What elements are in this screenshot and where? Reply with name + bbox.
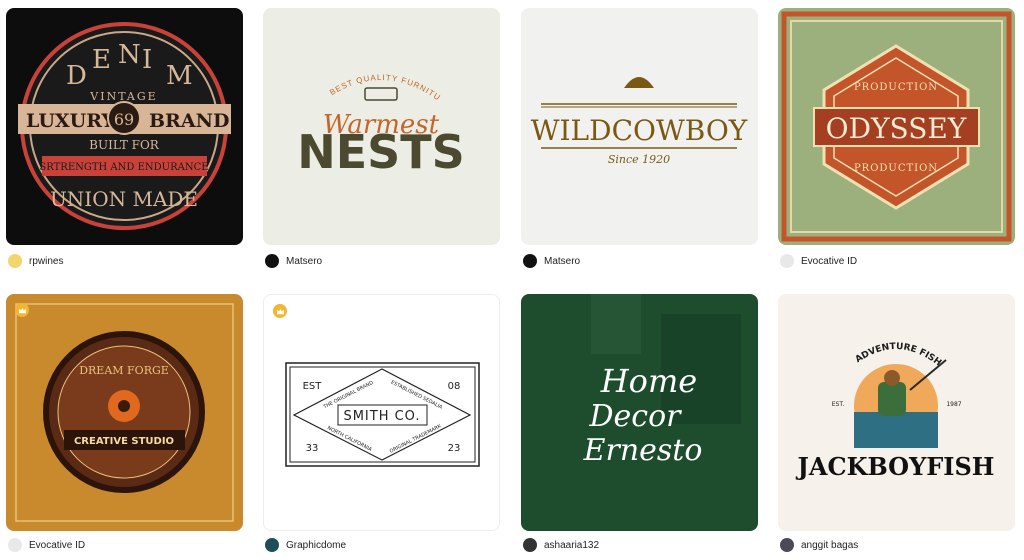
- gallery-card[interactable]: Home Decor Ernesto ashaaria132: [521, 294, 758, 556]
- logo-letter: I: [142, 45, 152, 75]
- logo-text: Since 1920: [608, 153, 670, 166]
- logo-text: PRODUCTION: [854, 82, 938, 93]
- author-row[interactable]: Graphicdome: [265, 535, 346, 555]
- author-name[interactable]: anggit bagas: [801, 540, 858, 551]
- author-row[interactable]: rpwines: [8, 251, 63, 271]
- wildcowboy-logo-artwork: WILDCOWBOY Since 1920: [531, 77, 748, 166]
- logo-letter: M: [166, 61, 193, 91]
- logo-text: 69: [114, 110, 134, 129]
- design-thumbnail[interactable]: BEST QUALITY FURNITURE Warmest NESTS: [263, 8, 500, 245]
- crown-icon: [276, 308, 284, 314]
- design-thumbnail[interactable]: ADVENTURE FISHING EST. 1987 JACKBOYFISH: [778, 294, 1015, 531]
- author-row[interactable]: Matsero: [265, 251, 322, 271]
- nests-logo-artwork: BEST QUALITY FURNITURE Warmest NESTS: [263, 8, 465, 179]
- author-row[interactable]: Evocative ID: [8, 535, 85, 555]
- premium-badge: [15, 303, 29, 317]
- logo-text: BRAND: [149, 110, 229, 132]
- smithco-logo-artwork: EST 08 THE ORIGINAL BRAND ESTABLISHED SE…: [285, 362, 480, 467]
- gallery-card[interactable]: DREAM FORGE CREATIVE STUDIO Evocative ID: [6, 294, 243, 556]
- logo-letter: N: [118, 40, 141, 70]
- svg-text:ADVENTURE FISHING: ADVENTURE FISHING: [778, 294, 943, 368]
- design-thumbnail[interactable]: PRODUCTION ODYSSEY PRODUCTION: [778, 8, 1015, 245]
- premium-badge: [273, 304, 287, 318]
- avatar[interactable]: [265, 538, 279, 552]
- design-thumbnail[interactable]: WILDCOWBOY Since 1920: [521, 8, 758, 245]
- logo-text: Decor: [588, 399, 682, 434]
- design-thumbnail[interactable]: EST 08 THE ORIGINAL BRAND ESTABLISHED SE…: [263, 294, 500, 531]
- author-name[interactable]: Evocative ID: [801, 256, 857, 267]
- logo-letter: E: [92, 45, 111, 75]
- logo-text: DREAM FORGE: [79, 364, 169, 377]
- author-name[interactable]: rpwines: [29, 256, 63, 267]
- denim-logo-artwork: D E N I M VINTAGE LUXURY 69 BRAND BUILT …: [18, 22, 231, 230]
- gallery-card[interactable]: EST 08 THE ORIGINAL BRAND ESTABLISHED SE…: [263, 294, 500, 556]
- svg-text:BEST QUALITY FURNITURE: BEST QUALITY FURNITURE: [263, 8, 442, 103]
- logo-text: EST.: [832, 401, 845, 408]
- logo-text: BUILT FOR: [89, 138, 160, 152]
- author-row[interactable]: Evocative ID: [780, 251, 857, 271]
- gallery-card[interactable]: PRODUCTION ODYSSEY PRODUCTION Evocative …: [778, 8, 1015, 273]
- logo-text: EST: [303, 381, 323, 392]
- logo-text: PRODUCTION: [854, 163, 938, 174]
- logo-text: SRTRENGTH AND ENDURANCE: [39, 162, 208, 173]
- avatar[interactable]: [265, 254, 279, 268]
- author-row[interactable]: ashaaria132: [523, 535, 599, 555]
- logo-text: CREATIVE STUDIO: [74, 436, 174, 447]
- author-row[interactable]: Matsero: [523, 251, 580, 271]
- logo-text: UNION MADE: [50, 187, 198, 211]
- logo-text: 1987: [946, 401, 961, 408]
- avatar[interactable]: [523, 538, 537, 552]
- logo-text: WILDCOWBOY: [531, 114, 748, 147]
- odyssey-logo-artwork: PRODUCTION ODYSSEY PRODUCTION: [781, 11, 1012, 242]
- logo-text: ORIGINAL TRADEMARK: [389, 423, 443, 455]
- author-row[interactable]: anggit bagas: [780, 535, 858, 555]
- logo-text: JACKBOYFISH: [796, 452, 995, 481]
- logo-text: SMITH CO.: [343, 409, 420, 424]
- logo-text: BEST QUALITY FURNITURE: [263, 8, 441, 103]
- avatar[interactable]: [523, 254, 537, 268]
- logo-text: Ernesto: [583, 433, 703, 468]
- jackboyfish-logo-artwork: ADVENTURE FISHING EST. 1987 JACKBOYFISH: [778, 294, 995, 481]
- design-thumbnail[interactable]: D E N I M VINTAGE LUXURY 69 BRAND BUILT …: [6, 8, 243, 245]
- logo-text: ODYSSEY: [826, 112, 967, 145]
- avatar[interactable]: [780, 538, 794, 552]
- avatar[interactable]: [8, 538, 22, 552]
- logo-gallery-grid: D E N I M VINTAGE LUXURY 69 BRAND BUILT …: [0, 0, 1024, 560]
- logo-text: LUXURY: [26, 110, 115, 132]
- homedecor-logo-artwork: Home Decor Ernesto: [583, 294, 741, 468]
- logo-text: NESTS: [297, 125, 465, 179]
- gallery-card[interactable]: D E N I M VINTAGE LUXURY 69 BRAND BUILT …: [6, 8, 243, 273]
- gallery-card[interactable]: ADVENTURE FISHING EST. 1987 JACKBOYFISH …: [778, 294, 1015, 556]
- logo-text: 23: [448, 443, 461, 454]
- author-name[interactable]: Graphicdome: [286, 540, 346, 551]
- gallery-card[interactable]: WILDCOWBOY Since 1920 Matsero: [521, 8, 758, 273]
- dreamforge-logo-artwork: DREAM FORGE CREATIVE STUDIO: [15, 303, 234, 522]
- logo-text: NORTH CALIFORNIA: [326, 425, 373, 453]
- author-name[interactable]: ashaaria132: [544, 540, 599, 551]
- logo-letter: D: [66, 61, 87, 91]
- design-thumbnail[interactable]: Home Decor Ernesto: [521, 294, 758, 531]
- author-name[interactable]: Matsero: [544, 256, 580, 267]
- logo-text: Home: [600, 362, 697, 400]
- crown-icon: [18, 307, 26, 313]
- avatar[interactable]: [780, 254, 794, 268]
- design-thumbnail[interactable]: DREAM FORGE CREATIVE STUDIO: [6, 294, 243, 531]
- logo-text: 08: [448, 381, 461, 392]
- avatar[interactable]: [8, 254, 22, 268]
- logo-text: ADVENTURE FISHING: [778, 294, 943, 368]
- author-name[interactable]: Evocative ID: [29, 540, 85, 551]
- author-name[interactable]: Matsero: [286, 256, 322, 267]
- gallery-card[interactable]: BEST QUALITY FURNITURE Warmest NESTS Mat…: [263, 8, 500, 273]
- logo-text: 33: [306, 443, 319, 454]
